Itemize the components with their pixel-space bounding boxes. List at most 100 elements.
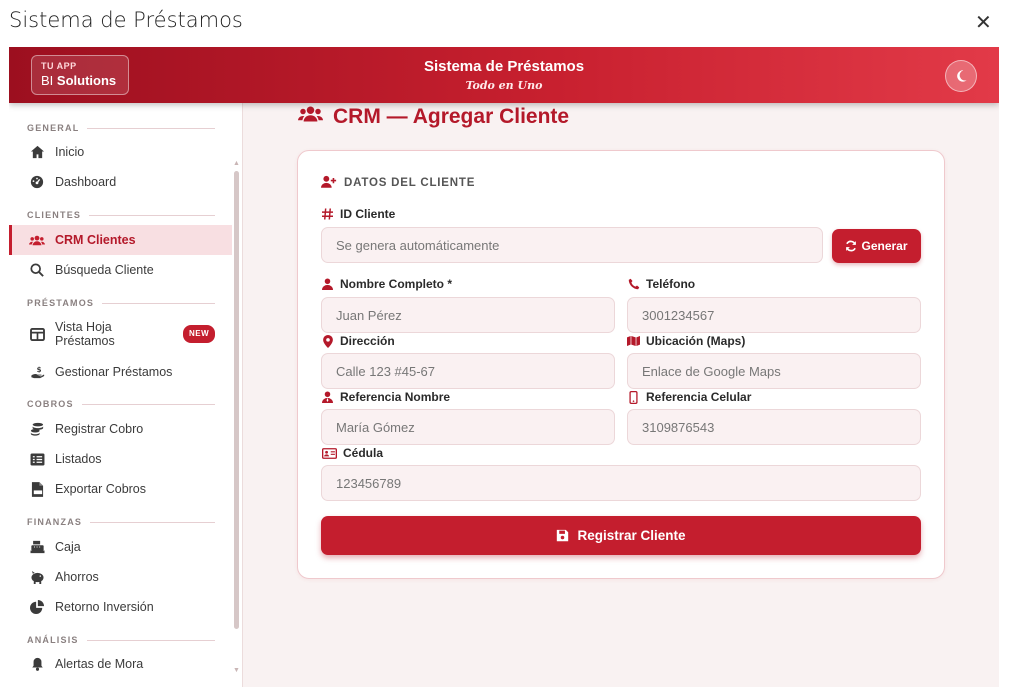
piggy-bank-icon [29,569,45,585]
sidebar: GENERAL Inicio Dashboard CLIENTES CRM Cl… [9,103,243,687]
sync-icon [845,240,857,252]
svg-text:$: $ [36,366,41,374]
cash-register-icon [29,539,45,555]
cedula-input[interactable] [321,465,921,501]
form-section-header: DATOS DEL CLIENTE [321,175,475,191]
header-subtitle: Todo en Uno [465,79,543,92]
sidebar-item-label: CRM Clientes [55,233,136,247]
user-plus-icon [321,175,337,191]
sidebar-item-label: Registrar Cobro [55,422,144,436]
referencia-nombre-label: Referencia Nombre [321,390,450,404]
divider [102,302,215,304]
home-icon [29,144,45,160]
sidebar-item-alertas-mora[interactable]: Alertas de Mora [9,649,232,679]
sidebar-item-label: Listados [55,452,102,466]
generar-button[interactable]: Generar [832,229,921,263]
section-label: ANÁLISIS [27,635,79,645]
sidebar-item-crm-clientes[interactable]: CRM Clientes [9,225,232,255]
sidebar-item-ahorros[interactable]: Ahorros [9,562,232,592]
label-text: Referencia Nombre [340,390,451,404]
section-label: FINANZAS [27,517,83,527]
label-line-1: Vista Hoja [55,320,112,334]
divider [87,127,215,129]
label-text: Teléfono [646,277,696,291]
section-label: PRÉSTAMOS [27,298,95,308]
moon-icon [957,70,967,82]
button-label: Registrar Cliente [577,528,686,543]
sidebar-item-caja[interactable]: Caja [9,532,232,562]
page-title-text: CRM — Agregar Cliente [333,105,570,128]
label-text: Ubicación (Maps) [646,334,746,348]
sidebar-item-inicio[interactable]: Inicio [9,137,232,167]
divider [81,403,215,405]
user-icon [321,278,334,291]
divider [89,214,215,216]
id-cliente-input[interactable] [321,227,823,263]
button-label: Generar [861,239,908,253]
sidebar-item-label: Alertas de Mora [55,657,144,671]
map-marker-icon [321,334,334,348]
sidebar-item-retorno-inversion[interactable]: Retorno Inversión [9,592,232,622]
close-icon[interactable]: ✕ [975,10,992,34]
mobile-icon [627,390,640,404]
main-content: CRM — Agregar Cliente DATOS DEL CLIENTE … [243,103,999,687]
section-finanzas: FINANZAS [27,517,215,527]
hashtag-icon [321,208,334,221]
scroll-down-arrow[interactable]: ▼ [233,667,240,674]
divider [90,521,215,523]
referencia-celular-input[interactable] [627,409,921,445]
divider [86,639,215,641]
sidebar-item-label: Caja [55,540,81,554]
sidebar-item-gestionar-prestamos[interactable]: $ Gestionar Préstamos [9,357,232,387]
window-title: Sistema de Préstamos [9,8,243,32]
sidebar-item-listados[interactable]: Listados [9,444,232,474]
list-icon [29,451,45,467]
label-text: Dirección [340,334,395,348]
telefono-input[interactable] [627,297,921,333]
sidebar-item-busqueda-cliente[interactable]: Búsqueda Cliente [9,255,232,285]
users-icon [298,105,323,129]
section-prestamos: PRÉSTAMOS [27,298,215,308]
sidebar-item-vista-hoja-prestamos[interactable]: Vista Hoja Préstamos NEW [9,317,232,351]
sidebar-item-registrar-cobro[interactable]: Registrar Cobro [9,414,232,444]
label-text: Referencia Celular [646,390,752,404]
page-title: CRM — Agregar Cliente [298,105,569,129]
section-general: GENERAL [27,123,215,133]
hand-holding-dollar-icon: $ [29,364,45,380]
registrar-cliente-button[interactable]: Registrar Cliente [321,516,921,555]
client-form-card: DATOS DEL CLIENTE ID Cliente Generar Nom… [297,150,945,579]
theme-toggle-button[interactable] [945,60,977,92]
gauge-icon [29,174,45,190]
referencia-nombre-input[interactable] [321,409,615,445]
user-tie-icon [321,391,334,404]
label-line-2: Préstamos [55,334,115,348]
direccion-label: Dirección [321,334,395,348]
telefono-label: Teléfono [627,277,695,291]
sidebar-item-label: Gestionar Préstamos [55,365,173,379]
phone-icon [627,278,640,291]
sidebar-item-exportar-cobros[interactable]: Exportar Cobros [9,474,232,504]
label-text: ID Cliente [340,207,396,221]
sidebar-item-label: Dashboard [55,175,117,189]
sidebar-item-label: Vista Hoja Préstamos [55,320,115,348]
new-badge: NEW [183,325,216,343]
sidebar-item-dashboard[interactable]: Dashboard [9,167,232,197]
header-title: Sistema de Préstamos [423,58,585,75]
label-text: Cédula [343,446,384,460]
referencia-celular-label: Referencia Celular [627,390,751,404]
nombre-input[interactable] [321,297,615,333]
section-analisis: ANÁLISIS [27,635,215,645]
direccion-input[interactable] [321,353,615,389]
search-icon [29,262,45,278]
chart-pie-icon [29,599,45,615]
sidebar-scrollbar[interactable] [234,171,239,629]
map-icon [627,335,640,348]
users-icon [29,232,45,248]
sidebar-item-label: Ahorros [55,570,99,584]
nombre-label: Nombre Completo * [321,277,452,291]
section-label: GENERAL [27,123,80,133]
scroll-up-arrow[interactable]: ▲ [233,160,240,167]
label-text: Nombre Completo * [340,277,453,291]
ubicacion-input[interactable] [627,353,921,389]
sidebar-item-label: Exportar Cobros [55,482,147,496]
